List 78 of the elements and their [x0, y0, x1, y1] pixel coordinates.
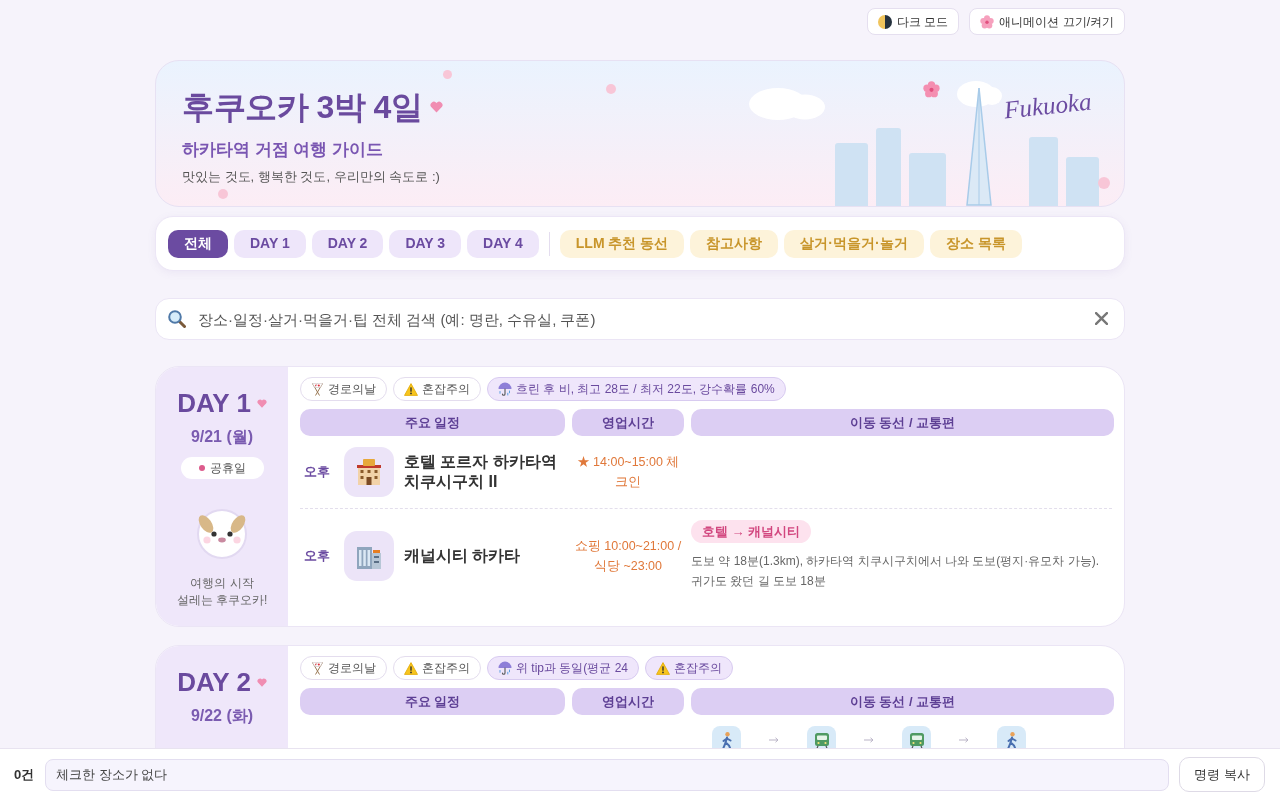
badge-label: 공휴일	[209, 460, 246, 477]
route-chip: 호텔 → 캐널시티	[691, 520, 812, 543]
opening-hours: 쇼핑 10:00~21:00 / 식당 ~23:00	[573, 537, 683, 575]
building-icon	[1029, 137, 1058, 206]
walking-person-icon	[712, 726, 741, 748]
time-label: 오후	[304, 546, 331, 565]
time-label: 오후	[304, 463, 331, 482]
umbrella-icon	[498, 661, 512, 675]
petal-icon	[606, 84, 616, 94]
route-note: 도보 약 18분(1.3km), 하카타역 치쿠시구치에서 나와 도보(평지·유모차 가능). 귀가도 왔던 길 도보 18분	[691, 553, 1100, 590]
tram-icon	[807, 726, 836, 748]
warning-icon	[404, 382, 418, 396]
flower-icon	[923, 81, 940, 98]
copy-command-button[interactable]: 명령 복사	[1179, 757, 1265, 792]
animation-toggle-button[interactable]: 애니메이션 끄기/켜기	[969, 8, 1125, 35]
umbrella-icon	[498, 382, 512, 396]
nav-tab[interactable]: 전체	[168, 229, 228, 258]
chip-label: 위 tip과 동일(평균 24	[516, 660, 629, 677]
crossed-flags-icon	[311, 382, 324, 396]
trip-subtitle: 하카타역 거점 여행 가이드	[182, 139, 384, 161]
building-icon	[909, 153, 946, 206]
half-moon-icon	[878, 14, 892, 29]
puppy-mascot-drawing	[196, 507, 248, 559]
column-header: 주요 일정	[300, 688, 565, 715]
day-title: DAY 2	[177, 666, 251, 698]
heart-icon	[430, 101, 444, 113]
warning-icon	[404, 661, 418, 675]
building-icon	[876, 128, 901, 206]
column-header: 영업시간	[572, 409, 684, 436]
checked-count: 0건	[14, 765, 35, 784]
nav-tab[interactable]: DAY 1	[234, 229, 306, 258]
chip-label: 흐린 후 비, 최고 28도 / 최저 22도, 강수확률 60%	[516, 381, 775, 398]
dark-mode-button[interactable]: 다크 모드	[867, 8, 960, 35]
department-store-icon	[344, 530, 394, 581]
search-icon	[168, 310, 186, 328]
cloud-icon	[956, 80, 1002, 108]
arrow-icon	[864, 737, 874, 743]
building-icon	[835, 143, 868, 206]
petal-icon	[1098, 177, 1110, 189]
search-field[interactable]: 장소·일정·살거·먹을거·팁 전체 검색 (예: 명란, 수유실, 쿠폰)	[155, 298, 1125, 340]
petal-icon	[443, 70, 452, 79]
column-header: 주요 일정	[300, 409, 565, 436]
close-icon[interactable]	[1095, 312, 1108, 325]
trip-title: 후쿠오카 3박 4일	[182, 88, 423, 127]
day-title: DAY 1	[177, 387, 251, 419]
warning-icon	[656, 661, 671, 675]
column-header: 영업시간	[572, 688, 684, 715]
crossed-flags-icon	[311, 661, 324, 675]
chip-label: 혼잡주의	[422, 660, 470, 677]
column-header: 이동 동선 / 교통편	[691, 688, 1114, 715]
flower-icon	[980, 14, 995, 29]
tram-icon	[902, 726, 931, 748]
city-script-label: Fukuoka	[1002, 86, 1093, 126]
petal-icon	[218, 189, 228, 199]
chip-label: 경로의날	[328, 660, 376, 677]
trip-tagline: 맛있는 것도, 행복한 것도, 우리만의 속도로 :)	[182, 168, 440, 186]
day-date: 9/21 (월)	[190, 427, 254, 447]
walking-person-icon	[997, 726, 1026, 748]
chip-label: 경로의날	[328, 381, 376, 398]
heart-icon	[256, 398, 267, 408]
chip-label: 혼잡주의	[422, 381, 470, 398]
arrow-icon	[959, 737, 969, 743]
hotel-icon	[344, 447, 394, 497]
day-date: 9/22 (화)	[190, 706, 254, 726]
nav-tab[interactable]: DAY 4	[467, 229, 539, 258]
opening-hours: ★ 14:00~15:00 체크인	[575, 454, 681, 491]
building-icon	[1066, 157, 1099, 206]
day-caption: 여행의 시작 설레는 후쿠오카!	[176, 575, 268, 609]
arrow-icon	[769, 737, 779, 743]
column-header: 이동 동선 / 교통편	[691, 409, 1114, 436]
place-name: 호텔 포르자 하카타역 치쿠시구치 II	[404, 452, 558, 492]
heart-icon	[256, 677, 267, 687]
nav-tab[interactable]: DAY 3	[389, 229, 462, 258]
chip-label: 혼잡주의	[674, 660, 723, 677]
place-name: 캐널시티 하카타	[404, 545, 521, 566]
dot-icon	[198, 465, 205, 471]
checked-places-field[interactable]: 체크한 장소가 없다	[45, 758, 1170, 791]
nav-tab[interactable]: DAY 2	[311, 229, 384, 258]
